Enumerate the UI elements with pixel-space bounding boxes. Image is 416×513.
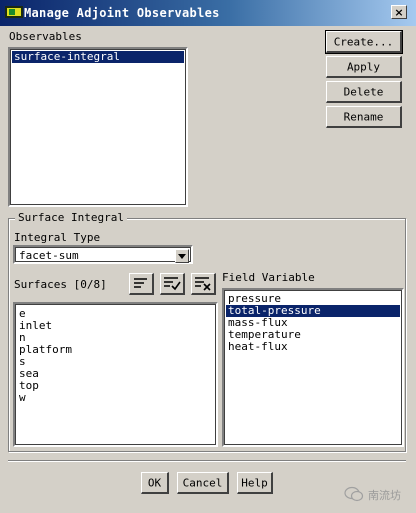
- create-button[interactable]: Create...: [325, 30, 403, 54]
- app-icon: [5, 6, 23, 18]
- surfaces-list[interactable]: e inlet n platform s sea top w: [13, 302, 218, 447]
- delete-button[interactable]: Delete: [326, 81, 402, 103]
- rename-button[interactable]: Rename: [326, 106, 402, 128]
- surface-item[interactable]: top: [17, 380, 214, 392]
- chevron-down-icon: [178, 254, 186, 259]
- help-button[interactable]: Help: [237, 472, 273, 494]
- surface-item[interactable]: s: [17, 356, 214, 368]
- window-title: Manage Adjoint Observables: [24, 6, 220, 20]
- field-variable-list[interactable]: pressure total-pressure mass-flux temper…: [222, 288, 404, 447]
- integral-type-select[interactable]: facet-sum: [13, 245, 193, 264]
- surface-item[interactable]: inlet: [17, 320, 214, 332]
- chat-bubble-icon: [344, 486, 364, 502]
- window-close-button[interactable]: ×: [391, 5, 407, 19]
- surfaces-label: Surfaces [0/8]: [14, 278, 107, 291]
- select-all-button[interactable]: [160, 273, 185, 295]
- dropdown-button[interactable]: [175, 249, 189, 263]
- select-all-icon: [164, 277, 181, 291]
- field-variable-label: Field Variable: [222, 271, 315, 284]
- surface-item[interactable]: w: [17, 392, 214, 404]
- cancel-button[interactable]: Cancel: [177, 472, 229, 494]
- apply-button[interactable]: Apply: [326, 56, 402, 78]
- surface-item[interactable]: sea: [17, 368, 214, 380]
- title-bar[interactable]: Manage Adjoint Observables ×: [0, 0, 416, 26]
- footer-separator: [8, 460, 406, 462]
- surface-integral-group-label: Surface Integral: [15, 211, 127, 224]
- watermark-text: 南流坊: [368, 489, 401, 502]
- list-lines-button[interactable]: [129, 273, 154, 295]
- observables-label: Observables: [9, 30, 82, 43]
- ok-button[interactable]: OK: [141, 472, 169, 494]
- observable-item-surface-integral[interactable]: surface-integral: [12, 51, 184, 63]
- field-variable-item[interactable]: heat-flux: [226, 341, 400, 353]
- list-lines-icon: [134, 278, 147, 288]
- deselect-all-button[interactable]: [191, 273, 216, 295]
- integral-type-label: Integral Type: [14, 231, 101, 244]
- integral-type-value: facet-sum: [19, 249, 79, 262]
- watermark: 南流坊: [344, 484, 416, 504]
- deselect-all-icon: [195, 277, 211, 291]
- observables-list[interactable]: surface-integral: [8, 47, 188, 207]
- surface-item[interactable]: platform: [17, 344, 214, 356]
